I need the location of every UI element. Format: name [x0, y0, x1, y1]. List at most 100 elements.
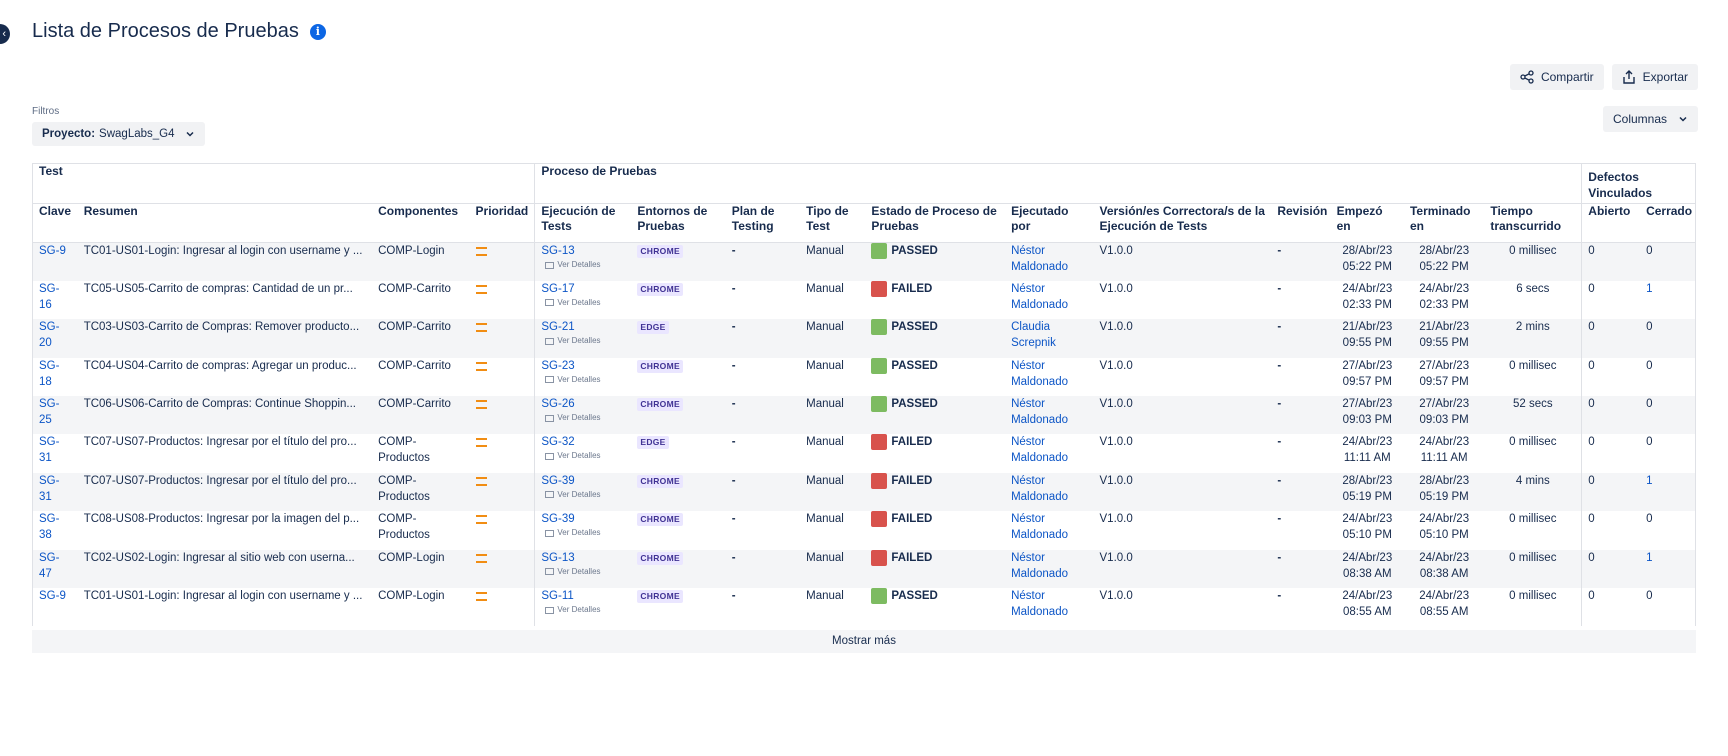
test-key-link[interactable]: SG-9 — [39, 245, 66, 257]
table-row: SG-9 TC01-US01-Login: Ingresar al login c… — [31, 242, 1697, 281]
col-abierto[interactable]: Abierto — [1581, 203, 1641, 243]
col-ejecucion[interactable]: Ejecución de Tests — [534, 203, 632, 243]
executed-by-link[interactable]: Néstor Maldonado — [1011, 475, 1068, 503]
executed-by-link[interactable]: Néstor Maldonado — [1011, 245, 1068, 273]
executed-by-link[interactable]: Néstor Maldonado — [1011, 360, 1068, 388]
started-at: 24/Abr/23 05:10 PM — [1330, 511, 1404, 550]
table-row: SG-18 TC04-US04-Carrito de compras: Agreg… — [31, 357, 1697, 397]
details-icon — [545, 261, 555, 269]
details-icon — [545, 376, 555, 384]
col-entornos[interactable]: Entornos de Pruebas — [631, 203, 726, 243]
details-link[interactable]: Ver Detalles — [541, 260, 625, 270]
col-ejecutado[interactable]: Ejecutado por — [1005, 203, 1094, 243]
execution-link[interactable]: SG-26 — [541, 398, 574, 410]
test-key-link[interactable]: SG-18 — [39, 360, 59, 388]
finished-at: 24/Abr/23 08:55 AM — [1403, 588, 1485, 627]
details-link[interactable]: Ver Detalles — [541, 605, 625, 615]
share-button[interactable]: Compartir — [1509, 64, 1604, 90]
executed-by-link[interactable]: Néstor Maldonado — [1011, 436, 1068, 464]
details-link[interactable]: Ver Detalles — [541, 336, 625, 346]
collapse-sidebar-button[interactable]: ‹ — [0, 24, 10, 44]
test-key-link[interactable]: SG-20 — [39, 321, 59, 349]
priority-medium-icon — [475, 400, 487, 410]
executed-by-link[interactable]: Néstor Maldonado — [1011, 552, 1068, 580]
test-type: Manual — [800, 319, 866, 358]
details-icon — [545, 491, 555, 499]
table-row: SG-38 TC08-US08-Productos: Ingresar por l… — [31, 511, 1697, 550]
col-tipo[interactable]: Tipo de Test — [800, 203, 866, 243]
details-link[interactable]: Ver Detalles — [541, 375, 625, 385]
col-terminado[interactable]: Terminado en — [1403, 203, 1485, 243]
test-key-link[interactable]: SG-25 — [39, 398, 59, 426]
col-prioridad[interactable]: Prioridad — [469, 203, 535, 243]
priority-medium-icon — [475, 592, 487, 602]
test-key-link[interactable]: SG-31 — [39, 475, 59, 503]
revision: - — [1271, 357, 1331, 397]
col-clave[interactable]: Clave — [31, 203, 78, 243]
started-at: 28/Abr/23 05:19 PM — [1330, 472, 1404, 512]
executed-by-link[interactable]: Néstor Maldonado — [1011, 513, 1068, 541]
environment-badge: CHROME — [637, 474, 683, 488]
revision: - — [1271, 511, 1331, 550]
columns-button[interactable]: Columnas — [1603, 106, 1698, 132]
defects-closed[interactable]: 1 — [1646, 475, 1652, 487]
col-version[interactable]: Versión/es Correctora/s de la Ejecución … — [1093, 203, 1272, 243]
details-link[interactable]: Ver Detalles — [541, 413, 625, 423]
details-link[interactable]: Ver Detalles — [541, 298, 625, 308]
execution-link[interactable]: SG-21 — [541, 321, 574, 333]
test-key-link[interactable]: SG-47 — [39, 552, 59, 580]
show-more-button[interactable]: Mostrar más — [32, 630, 1696, 653]
col-componentes[interactable]: Componentes — [372, 203, 470, 243]
col-estado[interactable]: Estado de Proceso de Pruebas — [865, 203, 1006, 243]
finished-at: 28/Abr/23 05:19 PM — [1403, 472, 1485, 512]
col-plan[interactable]: Plan de Testing — [725, 203, 801, 243]
test-key-link[interactable]: SG-16 — [39, 283, 59, 311]
revision: - — [1271, 280, 1331, 320]
priority-medium-icon — [475, 247, 487, 256]
execution-link[interactable]: SG-13 — [541, 245, 574, 257]
col-cerrado[interactable]: Cerrado — [1640, 203, 1697, 243]
fix-version: V1.0.0 — [1093, 242, 1272, 281]
col-resumen[interactable]: Resumen — [77, 203, 373, 243]
col-tiempo[interactable]: Tiempo transcurrido — [1484, 203, 1582, 243]
col-revision[interactable]: Revisión — [1271, 203, 1331, 243]
details-link[interactable]: Ver Detalles — [541, 490, 625, 500]
details-link[interactable]: Ver Detalles — [541, 567, 625, 577]
status-color-swatch — [871, 472, 888, 489]
details-link[interactable]: Ver Detalles — [541, 528, 625, 538]
execution-link[interactable]: SG-39 — [541, 475, 574, 487]
status-badge: PASSED — [871, 243, 999, 259]
execution-link[interactable]: SG-17 — [541, 283, 574, 295]
export-button[interactable]: Exportar — [1611, 64, 1698, 90]
export-button-label: Exportar — [1642, 70, 1688, 84]
defects-closed[interactable]: 1 — [1646, 552, 1652, 564]
executed-by-link[interactable]: Néstor Maldonado — [1011, 398, 1068, 426]
executed-by-link[interactable]: Claudia Screpnik — [1011, 321, 1056, 349]
info-icon[interactable]: i — [309, 23, 326, 40]
fix-version: V1.0.0 — [1093, 434, 1272, 473]
execution-link[interactable]: SG-11 — [541, 590, 573, 602]
executed-by-link[interactable]: Néstor Maldonado — [1011, 283, 1068, 311]
chevron-down-icon — [1679, 116, 1687, 122]
defects-closed[interactable]: 1 — [1646, 283, 1652, 295]
finished-at: 28/Abr/23 05:22 PM — [1403, 242, 1485, 281]
filters-label: Filtros — [32, 106, 60, 117]
status-badge: PASSED — [871, 357, 999, 374]
col-empezo[interactable]: Empezó en — [1330, 203, 1404, 243]
execution-link[interactable]: SG-39 — [541, 513, 574, 525]
executed-by-link[interactable]: Néstor Maldonado — [1011, 590, 1068, 618]
test-key-link[interactable]: SG-9 — [39, 590, 66, 602]
test-key-link[interactable]: SG-31 — [39, 436, 59, 464]
execution-link[interactable]: SG-32 — [541, 436, 574, 448]
status-label: FAILED — [891, 436, 933, 449]
status-badge: FAILED — [871, 549, 999, 566]
status-badge: PASSED — [871, 396, 999, 413]
details-label: Ver Detalles — [557, 566, 601, 576]
test-key-link[interactable]: SG-38 — [39, 513, 59, 541]
status-color-swatch — [871, 396, 888, 413]
execution-link[interactable]: SG-13 — [541, 552, 574, 564]
finished-at: 24/Abr/23 11:11 AM — [1403, 434, 1485, 473]
execution-link[interactable]: SG-23 — [541, 360, 574, 372]
project-filter[interactable]: Proyecto: SwagLabs_G4 — [32, 122, 205, 146]
details-link[interactable]: Ver Detalles — [541, 451, 625, 461]
